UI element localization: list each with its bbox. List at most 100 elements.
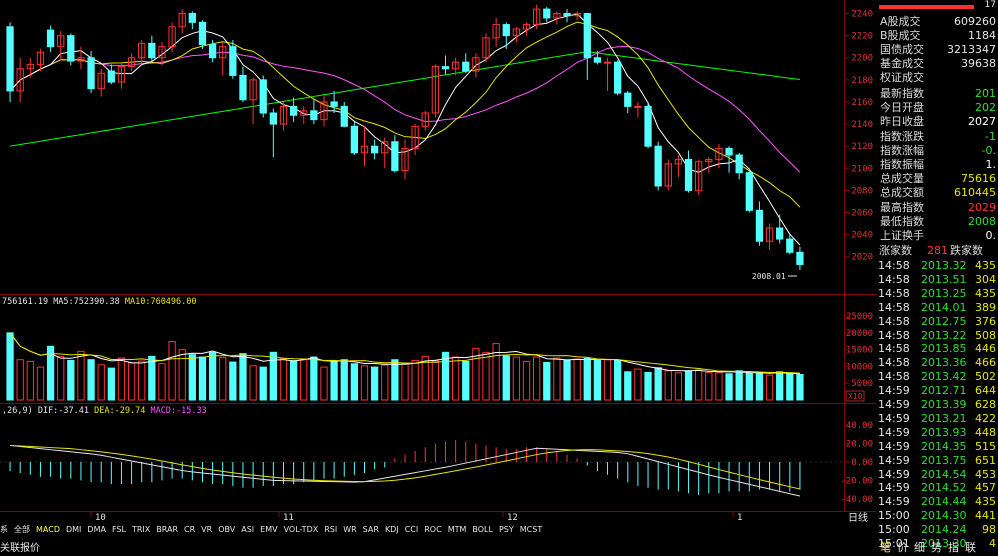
indicator-tab[interactable]: KDJ <box>385 525 399 534</box>
tick-row[interactable]: 15:00 2014.30 441 <box>877 509 998 523</box>
x-axis-label: 10 <box>95 513 106 523</box>
macd-axis-label: -20.00 <box>840 476 873 486</box>
volume-bar <box>431 360 440 401</box>
market-row-value: 1184 <box>968 29 996 42</box>
tick-row[interactable]: 14:58 2012.75 376 <box>877 315 998 329</box>
indicator-tab[interactable]: 系 <box>0 524 8 535</box>
indicator-tab[interactable]: DMI <box>66 525 81 534</box>
tick-row[interactable]: 14:59 2014.54 453 <box>877 468 998 482</box>
index-row-value: 1. <box>985 158 997 171</box>
candle-body <box>441 66 450 70</box>
ma5-line <box>9 13 801 246</box>
tick-time: 14:58 <box>878 259 910 272</box>
indicator-tab[interactable]: ASI <box>241 525 254 534</box>
macd-axis-label: -40.00 <box>840 495 873 505</box>
tick-volume: 446 <box>975 342 996 356</box>
related-quote-tab[interactable]: 关联报价 <box>0 539 120 554</box>
indicator-tab[interactable]: ROC <box>424 525 441 534</box>
volume-bar <box>198 356 207 401</box>
volume-bar <box>138 360 146 401</box>
index-row-label: 上证换手 <box>880 229 924 242</box>
right-panel-tab[interactable]: 联 <box>962 539 979 555</box>
indicator-tab[interactable]: OBV <box>218 525 235 534</box>
tick-row[interactable]: 14:59 2013.93 448 <box>877 426 998 440</box>
indicator-tab[interactable]: 全部 <box>14 524 30 535</box>
indicator-tab[interactable]: MCST <box>520 525 542 534</box>
tick-time: 14:59 <box>878 439 910 453</box>
index-row-label: 今日开盘 <box>880 101 924 115</box>
right-panel-tab[interactable]: 细 <box>911 539 928 555</box>
tick-row[interactable]: 14:59 2013.21 422 <box>877 412 998 426</box>
indicator-tab[interactable]: PSY <box>499 525 514 534</box>
indicator-tab[interactable]: DMA <box>87 525 106 534</box>
tick-row[interactable]: 14:59 2014.52 457 <box>877 481 998 495</box>
tick-row[interactable]: 14:59 2014.44 435 <box>877 495 998 509</box>
top-number: 17 <box>984 0 996 10</box>
volume-bar <box>279 358 288 401</box>
volume-bar <box>117 357 126 401</box>
tick-time: 14:59 <box>878 398 910 411</box>
tick-row[interactable]: 14:59 2012.71 644 <box>877 384 998 398</box>
tick-row[interactable]: 14:58 2013.36 466 <box>877 356 998 370</box>
volume-bar <box>725 373 733 401</box>
tick-volume: 441 <box>975 509 996 523</box>
volume-bar <box>462 360 470 401</box>
tick-row[interactable]: 14:58 2013.51 304 <box>877 273 998 287</box>
tick-volume: 435 <box>975 495 996 509</box>
indicator-tab[interactable]: VR <box>201 525 212 534</box>
volume-bar <box>310 356 318 401</box>
volume-bar <box>684 370 693 401</box>
right-panel-tab[interactable]: 势 <box>928 539 945 555</box>
indicator-tab[interactable]: TRIX <box>132 525 150 534</box>
x-axis-label: 1 <box>737 513 742 523</box>
tick-row[interactable]: 14:58 2013.32 435 <box>877 259 998 273</box>
market-row-label: 权证成交 <box>880 71 924 84</box>
kline-chart[interactable]: 2240 2220 2200 2180 2160 2140 2120 2100 2080 2060… <box>0 0 876 524</box>
tick-row[interactable]: 14:58 2014.01 389 <box>877 301 998 315</box>
index-row: 总成交额 610445 <box>877 186 998 200</box>
indicator-tab[interactable]: MTM <box>448 525 467 534</box>
tick-row[interactable]: 14:58 2013.22 508 <box>877 329 998 343</box>
indicator-tab[interactable]: SAR <box>363 525 379 534</box>
volume-bar <box>87 359 95 401</box>
indicator-tab[interactable]: MACD <box>36 525 60 534</box>
indicator-tab[interactable]: WR <box>343 525 356 534</box>
indicator-tab[interactable]: RSI <box>324 525 337 534</box>
indicator-tab[interactable]: CCI <box>405 525 419 534</box>
index-row-value: 202 <box>975 101 996 115</box>
volume-bar <box>239 353 247 401</box>
indicator-tab[interactable]: EMV <box>260 525 277 534</box>
tick-row[interactable]: 14:59 2013.39 628 <box>877 398 998 412</box>
volume-bar <box>695 369 703 401</box>
indicator-tab[interactable]: CR <box>184 525 195 534</box>
right-panel-tab[interactable]: 价 <box>894 539 911 555</box>
right-panel-tab[interactable]: 指 <box>945 539 962 555</box>
index-row: 指数涨幅 -0. <box>877 144 998 158</box>
x-axis-label: 11 <box>283 513 294 523</box>
indicator-tab[interactable]: VOL-TDX <box>284 525 319 534</box>
market-row: 基金成交 39638 <box>877 57 998 71</box>
tick-row[interactable]: 14:58 2013.85 446 <box>877 342 998 356</box>
volume-bar <box>289 360 298 401</box>
indicator-tab[interactable]: BOLL <box>472 525 493 534</box>
index-row-value: -1 <box>985 129 996 143</box>
tick-row[interactable]: 14:59 2014.35 515 <box>877 440 998 454</box>
volume-bar <box>553 357 561 401</box>
tick-row[interactable]: 15:00 2014.24 98 <box>877 523 998 537</box>
tick-row[interactable]: 14:59 2013.75 651 <box>877 454 998 468</box>
tick-row[interactable]: 14:58 2013.25 435 <box>877 287 998 301</box>
indicator-tab[interactable]: FSL <box>112 525 126 534</box>
candle-body <box>654 145 662 187</box>
index-row-value: 2027 <box>968 115 996 129</box>
volume-bar <box>148 355 156 401</box>
volume-bar <box>391 359 399 401</box>
price-axis-label: 2100 <box>851 164 873 174</box>
index-row-label: 最新指数 <box>880 87 924 100</box>
volume-header: 756161.19 MA5:752390.38 MA10:760496.00 <box>2 297 197 307</box>
tick-price: 2014.52 <box>921 481 967 495</box>
right-panel-tab[interactable]: 笔 <box>877 539 894 555</box>
volume-bar <box>168 341 176 401</box>
indicator-tab[interactable]: BRAR <box>156 525 178 534</box>
market-row: 国债成交 3213347 <box>877 43 998 57</box>
tick-row[interactable]: 14:58 2013.42 502 <box>877 370 998 384</box>
